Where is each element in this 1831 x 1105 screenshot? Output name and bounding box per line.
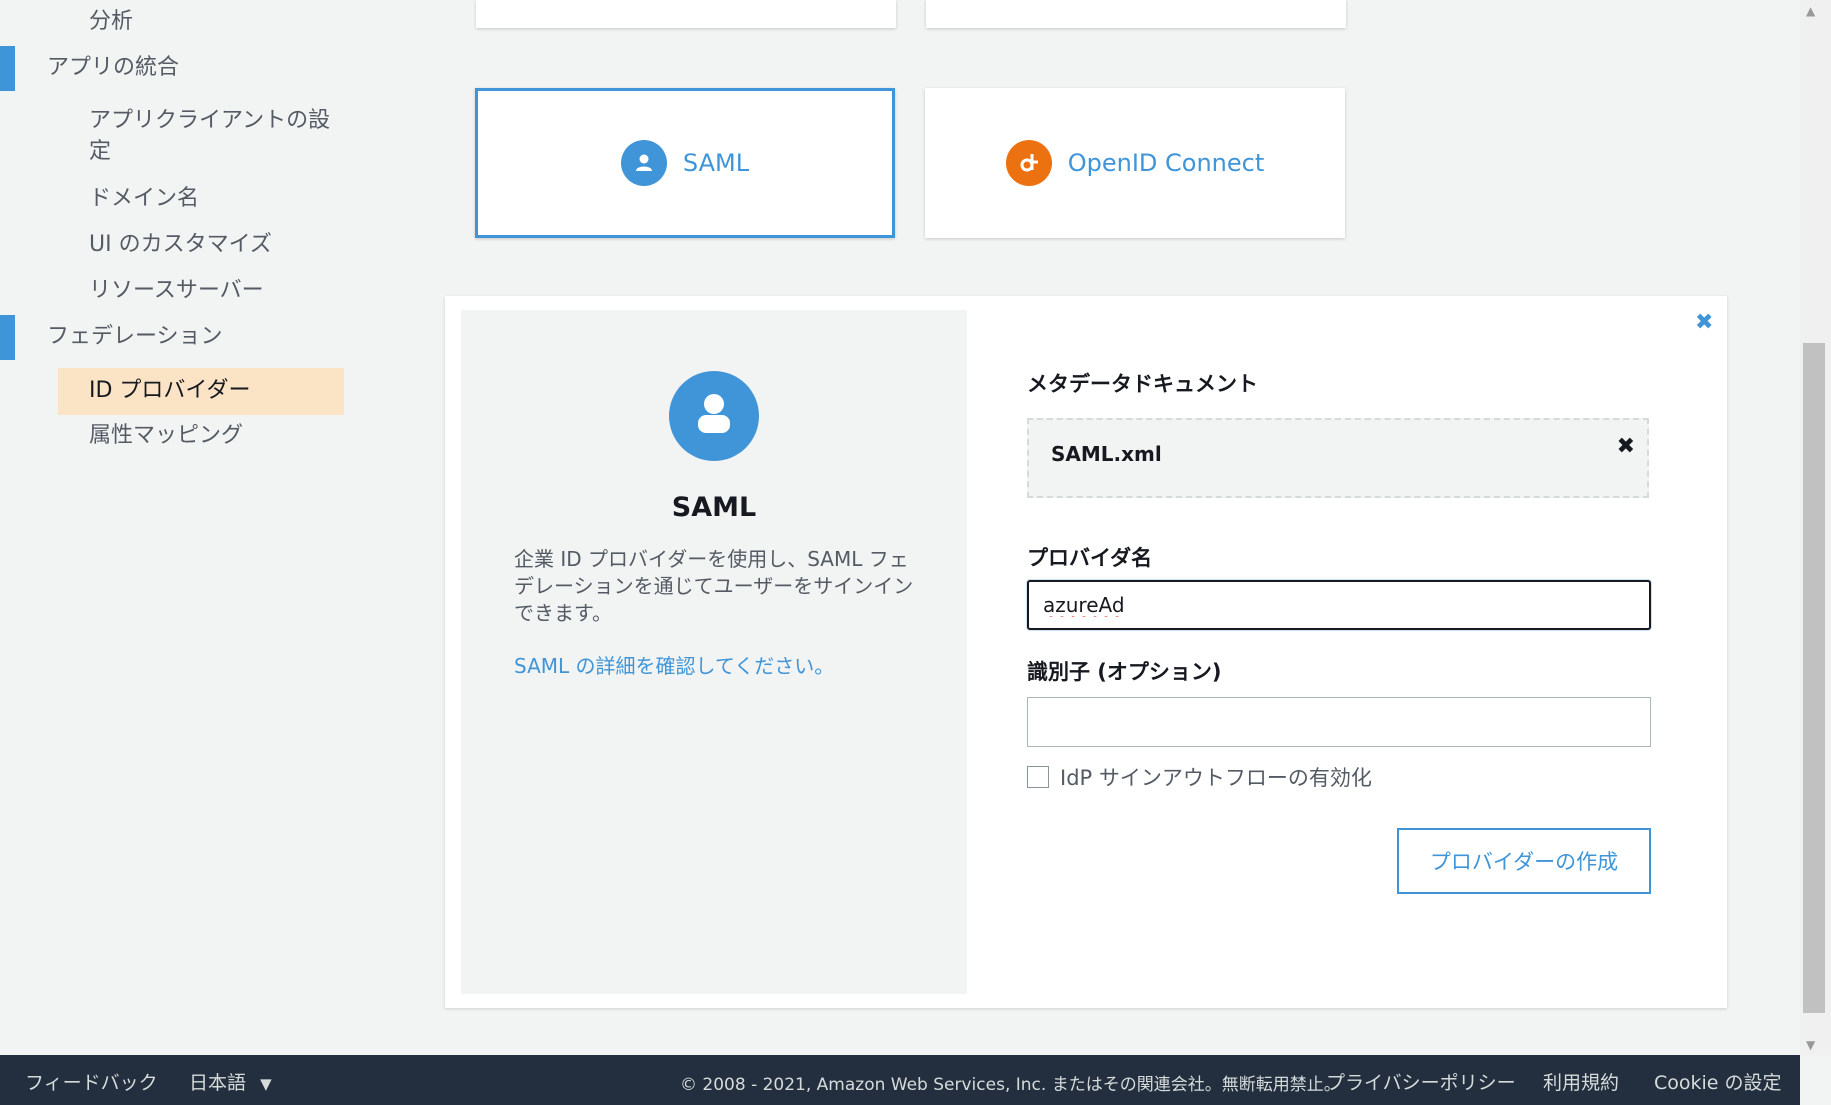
identifier-label: 識別子 (オプション) [1027, 660, 1222, 684]
saml-tile-label: SAML [682, 149, 750, 177]
identifier-input[interactable] [1027, 697, 1651, 747]
sidebar-section-app-integration[interactable]: アプリの統合 [47, 52, 179, 83]
sidebar-section-federation[interactable]: フェデレーション [47, 321, 223, 352]
provider-tile-cutoff[interactable] [476, 0, 896, 28]
footer: フィードバック 日本語 ▼ © 2008 - 2021, Amazon Web … [0, 1055, 1800, 1105]
close-icon[interactable]: ✖ [1695, 310, 1713, 335]
language-label: 日本語 [189, 1072, 247, 1094]
saml-config-panel: SAML 企業 ID プロバイダーを使用し、SAML フェデレーションを通じてユ… [445, 296, 1727, 1008]
scroll-up-icon[interactable]: ▲ [1806, 4, 1815, 18]
cookie-settings-link[interactable]: Cookie の設定 [1654, 1068, 1782, 1095]
caret-down-icon: ▼ [260, 1075, 272, 1093]
openid-tile-label: OpenID Connect [1067, 149, 1265, 177]
provider-name-label: プロバイダ名 [1027, 546, 1153, 570]
section-marker [0, 315, 15, 360]
scrollbar-thumb[interactable] [1803, 343, 1825, 1013]
terms-link[interactable]: 利用規約 [1543, 1068, 1619, 1095]
privacy-policy-link[interactable]: プライバシーポリシー [1326, 1068, 1516, 1095]
saml-title: SAML [671, 492, 757, 523]
sidebar-item-resource-servers[interactable]: リソースサーバー [89, 275, 264, 306]
saml-info-section: SAML 企業 ID プロバイダーを使用し、SAML フェデレーションを通じてユ… [461, 310, 967, 994]
sidebar-item-domain-name[interactable]: ドメイン名 [89, 183, 199, 214]
provider-name-input[interactable] [1027, 580, 1651, 630]
sidebar-item-attribute-mapping[interactable]: 属性マッピング [89, 420, 243, 451]
remove-file-icon[interactable]: ✖ [1617, 434, 1635, 459]
provider-tile-cutoff[interactable] [926, 0, 1346, 28]
sidebar-item-identity-providers[interactable]: ID プロバイダー [89, 375, 251, 406]
sidebar: 分析 アプリの統合 アプリクライアントの設定 ドメイン名 UI のカスタマイズ … [0, 0, 380, 1055]
saml-tile[interactable]: SAML [475, 88, 895, 238]
openid-icon [1005, 140, 1052, 186]
section-marker [0, 46, 15, 91]
create-provider-button[interactable]: プロバイダーの作成 [1397, 828, 1651, 894]
feedback-link[interactable]: フィードバック [25, 1068, 158, 1095]
metadata-document-label: メタデータドキュメント [1027, 372, 1258, 396]
saml-description: 企業 ID プロバイダーを使用し、SAML フェデレーションを通じてユーザーをサ… [514, 547, 914, 625]
metadata-file-name: SAML.xml [1051, 442, 1162, 466]
sidebar-item-analytics[interactable]: 分析 [89, 6, 133, 37]
openid-connect-tile[interactable]: OpenID Connect [925, 88, 1345, 238]
idp-signout-checkbox[interactable] [1027, 766, 1049, 788]
scroll-down-icon[interactable]: ▼ [1806, 1038, 1815, 1052]
sidebar-item-app-client-settings[interactable]: アプリクライアントの設定 [89, 105, 334, 167]
language-selector[interactable]: 日本語 ▼ [189, 1068, 272, 1095]
idp-signout-label: IdP サインアウトフローの有効化 [1060, 766, 1372, 790]
saml-learn-more-link[interactable]: SAML の詳細を確認してください。 [514, 650, 834, 679]
metadata-dropzone[interactable]: SAML.xml ✖ [1027, 418, 1649, 498]
sidebar-item-ui-customization[interactable]: UI のカスタマイズ [89, 229, 272, 260]
copyright-text: © 2008 - 2021, Amazon Web Services, Inc.… [680, 1075, 1341, 1095]
user-icon [620, 140, 667, 186]
saml-user-icon [669, 371, 759, 461]
